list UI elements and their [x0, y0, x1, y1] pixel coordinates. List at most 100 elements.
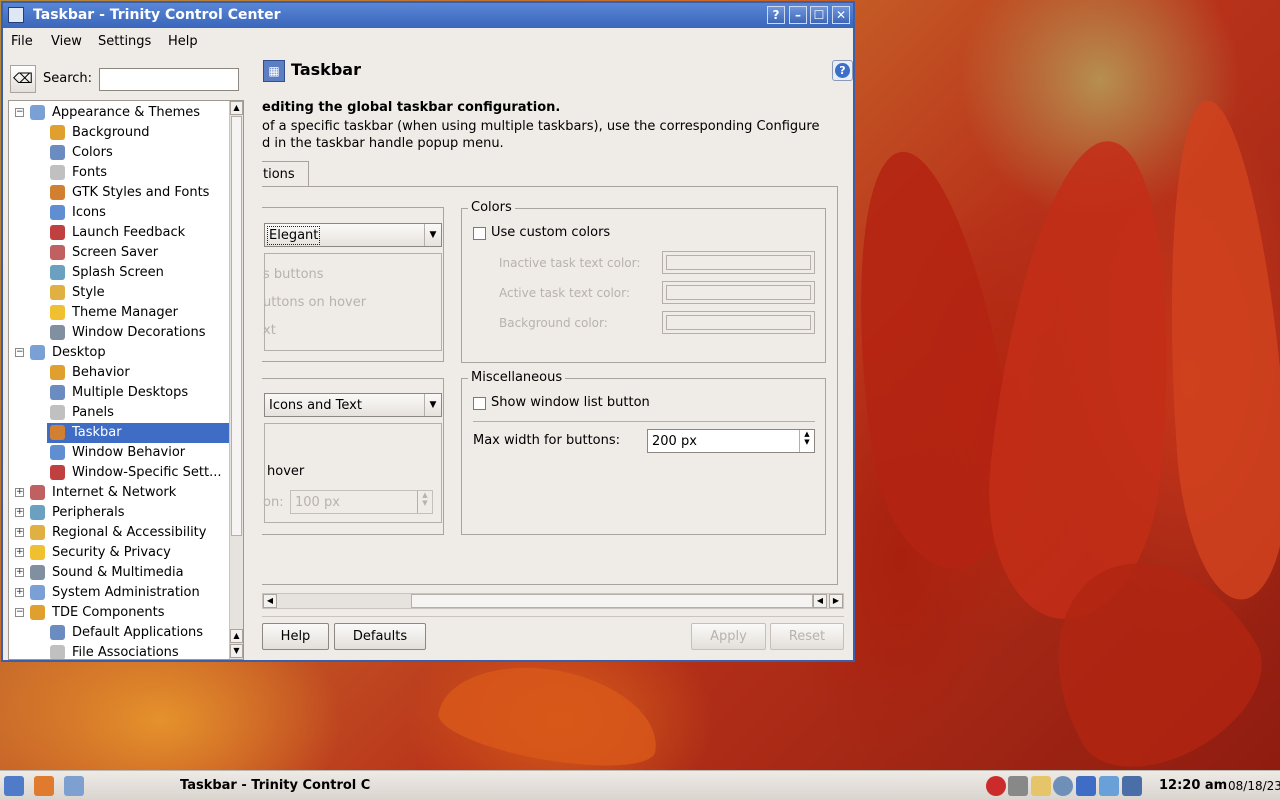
module-icon [50, 305, 65, 320]
tree-item[interactable]: − Appearance & Themes [9, 103, 229, 123]
tree-item[interactable]: + Security & Privacy [9, 543, 229, 563]
tde-menu-icon[interactable] [4, 776, 24, 796]
tab-options[interactable]: tions [262, 161, 309, 187]
tree-item[interactable]: Window-Specific Sett... [9, 463, 229, 483]
collapse-icon[interactable]: − [15, 108, 24, 117]
menu-view[interactable]: View [51, 34, 82, 49]
scroll-right-icon[interactable]: ▶ [829, 594, 843, 608]
printer-icon[interactable] [1008, 776, 1028, 796]
tree-item[interactable]: File Associations [9, 643, 229, 660]
appearance-combo[interactable]: Elegant ▼ [264, 223, 442, 247]
minimize-button[interactable]: – [789, 6, 807, 24]
tree-item[interactable]: GTK Styles and Fonts [9, 183, 229, 203]
leaf-shape [1152, 96, 1280, 604]
tree-item[interactable]: Style [9, 283, 229, 303]
tree-item[interactable]: Screen Saver [9, 243, 229, 263]
module-icon [50, 325, 65, 340]
tree-item[interactable]: Window Behavior [9, 443, 229, 463]
control-center-icon[interactable] [64, 776, 84, 796]
clock-time[interactable]: 12:20 am [1159, 778, 1227, 793]
active-color-button[interactable] [662, 281, 815, 304]
expand-icon[interactable]: + [15, 488, 24, 497]
maximize-button[interactable]: ☐ [810, 6, 828, 24]
expand-icon[interactable]: + [15, 568, 24, 577]
tree-item[interactable]: Taskbar [9, 423, 229, 443]
expand-icon[interactable]: + [15, 588, 24, 597]
apply-button[interactable]: Apply [691, 623, 766, 650]
scroll-thumb[interactable] [411, 594, 813, 608]
menu-help[interactable]: Help [168, 34, 198, 49]
reset-button[interactable]: Reset [770, 623, 844, 650]
inactive-color-button[interactable] [662, 251, 815, 274]
scroll-left-icon[interactable]: ◀ [263, 594, 277, 608]
tree-item[interactable]: + System Administration [9, 583, 229, 603]
help-title-button[interactable]: ? [767, 6, 785, 24]
scroll-thumb[interactable] [231, 116, 242, 536]
tree-item-label: Screen Saver [72, 245, 159, 260]
help-button[interactable]: Help [262, 623, 329, 650]
tree-item[interactable]: Background [9, 123, 229, 143]
module-icon [30, 105, 45, 120]
network-icon[interactable] [1099, 776, 1119, 796]
background-color-button[interactable] [662, 311, 815, 334]
clipboard-icon[interactable] [1031, 776, 1051, 796]
monitor-icon[interactable] [1122, 776, 1142, 796]
tree-item[interactable]: + Sound & Multimedia [9, 563, 229, 583]
clear-search-icon[interactable]: ⌫ [10, 65, 36, 93]
close-button[interactable]: ✕ [832, 6, 850, 24]
scroll-up-icon[interactable]: ▲ [230, 101, 243, 115]
whats-this-help-icon[interactable]: ? [832, 60, 853, 81]
tree-item[interactable]: + Internet & Network [9, 483, 229, 503]
tree-item[interactable]: Panels [9, 403, 229, 423]
horizontal-scrollbar[interactable]: ◀ ◀ ▶ [262, 593, 844, 609]
title-bar[interactable]: Taskbar - Trinity Control Center ? – ☐ ✕ [3, 3, 853, 28]
tree-item[interactable]: Icons [9, 203, 229, 223]
use-custom-colors-checkbox[interactable] [473, 227, 486, 240]
menu-settings[interactable]: Settings [98, 34, 151, 49]
tree-scrollbar[interactable]: ▲ ▲ ▼ [229, 101, 243, 659]
tree-item[interactable]: + Peripherals [9, 503, 229, 523]
scroll-down-icon[interactable]: ▼ [230, 644, 243, 658]
show-window-list-checkbox[interactable] [473, 397, 486, 410]
home-icon[interactable] [34, 776, 54, 796]
max-width-spinbox[interactable]: 200 px ▲ ▼ [647, 429, 815, 453]
spin-arrows-icon[interactable]: ▲ ▼ [799, 430, 814, 452]
tree-item[interactable]: Colors [9, 143, 229, 163]
defaults-button[interactable]: Defaults [334, 623, 426, 650]
tree-item[interactable]: − Desktop [9, 343, 229, 363]
collapse-icon[interactable]: − [15, 348, 24, 357]
network-error-icon[interactable] [986, 776, 1006, 796]
tree-item-label: Desktop [52, 345, 106, 360]
expand-icon[interactable]: + [15, 508, 24, 517]
tree-item-label: TDE Components [52, 605, 165, 620]
module-icon [50, 445, 65, 460]
tree-item[interactable]: Fonts [9, 163, 229, 183]
tree-item-label: File Associations [72, 645, 179, 660]
menu-file[interactable]: File [11, 34, 33, 49]
collapse-icon[interactable]: − [15, 608, 24, 617]
tree-item[interactable]: Multiple Desktops [9, 383, 229, 403]
disabled-width-spinbox[interactable]: 100 px ▲ ▼ [290, 490, 433, 514]
tree-item-label: Theme Manager [72, 305, 178, 320]
desktop-icon[interactable] [1076, 776, 1096, 796]
tree-item[interactable]: Launch Feedback [9, 223, 229, 243]
description-line-1: editing the global taskbar configuration… [262, 100, 561, 115]
module-icon [50, 285, 65, 300]
scroll-left-icon[interactable]: ◀ [813, 594, 827, 608]
expand-icon[interactable]: + [15, 528, 24, 537]
tree-item[interactable]: Splash Screen [9, 263, 229, 283]
button-display-combo[interactable]: Icons and Text ▼ [264, 393, 442, 417]
globe-icon[interactable] [1053, 776, 1073, 796]
tree-item[interactable]: Theme Manager [9, 303, 229, 323]
module-icon [30, 565, 45, 580]
tree-item[interactable]: Behavior [9, 363, 229, 383]
tree-item[interactable]: Default Applications [9, 623, 229, 643]
task-button-label[interactable]: Taskbar - Trinity Control C [180, 778, 370, 793]
expand-icon[interactable]: + [15, 548, 24, 557]
tree-item[interactable]: + Regional & Accessibility [9, 523, 229, 543]
scroll-up-icon[interactable]: ▲ [230, 629, 243, 643]
tree-item[interactable]: Window Decorations [9, 323, 229, 343]
clock-date[interactable]: 08/18/23 [1228, 779, 1280, 793]
search-input[interactable] [99, 68, 239, 91]
tree-item[interactable]: − TDE Components [9, 603, 229, 623]
